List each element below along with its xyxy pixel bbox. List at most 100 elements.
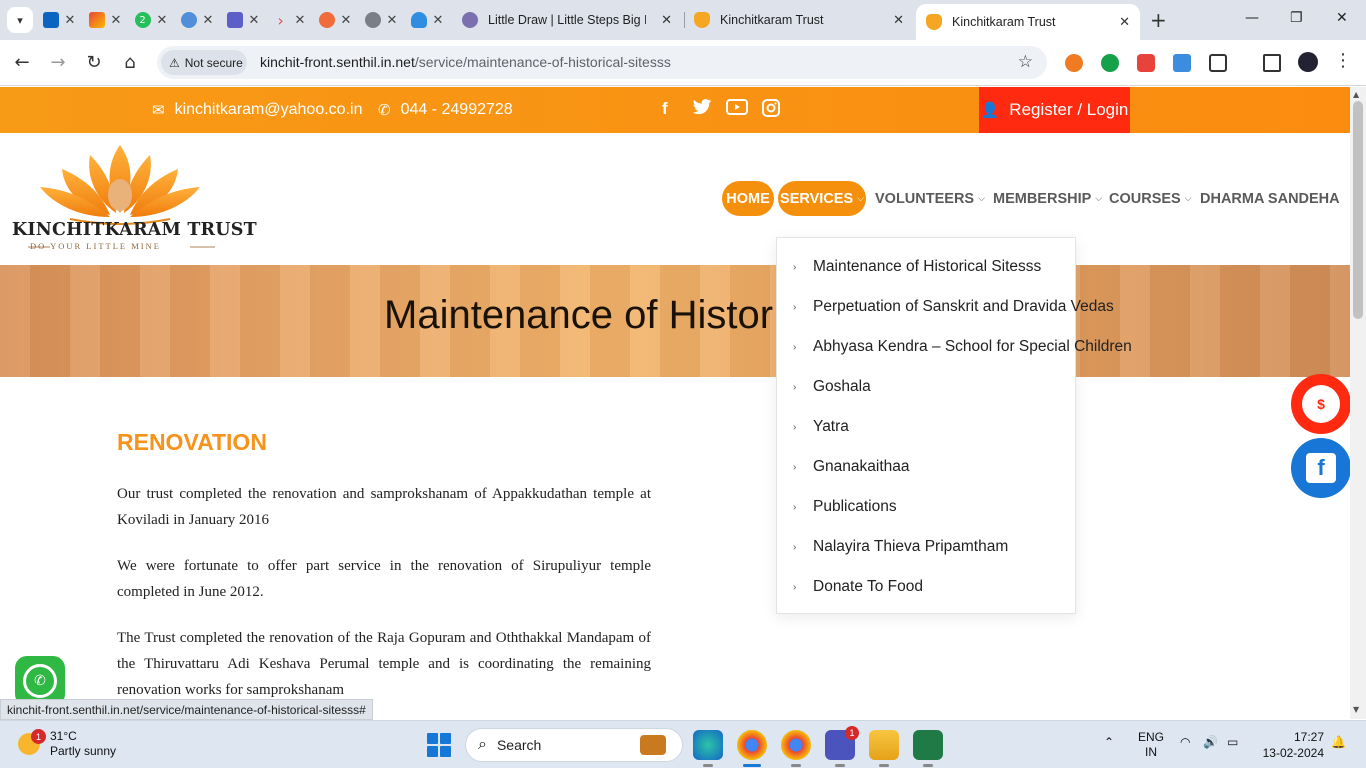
nav-home[interactable]: HOME	[722, 181, 774, 216]
tab-outlook[interactable]: ✕	[38, 6, 80, 34]
scroll-up-icon[interactable]: ▲	[1353, 90, 1359, 99]
forward-button[interactable]: →	[47, 52, 69, 73]
dropdown-item[interactable]: › Yatra	[793, 416, 849, 438]
home-icon[interactable]: ⌂	[119, 52, 141, 73]
donate-float-button[interactable]: $	[1291, 374, 1351, 434]
tab-whatsapp[interactable]: 2 ✕	[130, 6, 172, 34]
tab-close-icon[interactable]: ✕	[157, 13, 168, 28]
extension-icon[interactable]	[1065, 54, 1083, 72]
reload-button[interactable]: ↻	[83, 52, 105, 73]
instagram-icon[interactable]	[762, 99, 780, 122]
scrollbar-thumb[interactable]	[1353, 101, 1363, 319]
system-clock[interactable]: 17:27 13-02-2024	[1258, 729, 1324, 761]
email-link[interactable]: ✉ kinchitkaram@yahoo.co.in	[152, 101, 362, 119]
tab-circle-orange[interactable]: ✕	[314, 6, 356, 34]
dropdown-item[interactable]: › Goshala	[793, 376, 871, 398]
tab-chat[interactable]: ✕	[176, 6, 218, 34]
volume-icon[interactable]: 🔊	[1203, 735, 1218, 749]
address-bar[interactable]: ⚠ Not secure kinchit-front.senthil.in.ne…	[157, 46, 1047, 79]
wifi-icon[interactable]: ◠	[1180, 735, 1190, 749]
battery-icon[interactable]: ▭	[1227, 735, 1238, 749]
tab-close-icon[interactable]: ✕	[661, 12, 672, 28]
tray-chevron-up-icon[interactable]: ⌃	[1104, 735, 1114, 749]
close-window-button[interactable]: ✕	[1336, 10, 1348, 26]
nav-services-label: SERVICES	[780, 190, 854, 207]
weather-temp: 31°C	[50, 729, 77, 743]
tab-gmail[interactable]: ✕	[84, 6, 126, 34]
dropdown-item[interactable]: › Maintenance of Historical Sitesss	[793, 256, 1041, 278]
logo-name: KINCHITKARAM TRUST	[12, 220, 257, 240]
teams-icon	[226, 12, 243, 28]
tab-arrow[interactable]: › ✕	[268, 6, 310, 34]
nav-services[interactable]: SERVICES ⌵	[778, 181, 866, 216]
nav-dharma-sandeha[interactable]: DHARMA SANDEHA	[1194, 181, 1346, 216]
new-tab-button[interactable]: +	[1150, 8, 1167, 32]
extension-icon[interactable]	[1173, 54, 1191, 72]
phone-link[interactable]: ✆ 044 - 24992728	[378, 101, 513, 119]
restore-button[interactable]: ❐	[1290, 10, 1303, 26]
file-explorer-icon[interactable]	[869, 730, 899, 767]
tab-close-icon[interactable]: ✕	[111, 13, 122, 28]
url-text[interactable]: kinchit-front.senthil.in.net/service/mai…	[260, 54, 671, 70]
site-info-chip[interactable]: ⚠ Not secure	[161, 50, 247, 75]
dropdown-item[interactable]: › Perpetuation of Sanskrit and Dravida Ve…	[793, 296, 1114, 318]
tab-close-icon[interactable]: ✕	[341, 13, 352, 28]
tab-close-icon[interactable]: ✕	[1119, 14, 1130, 30]
nav-volunteers[interactable]: VOLUNTEERS ⌵	[869, 181, 991, 216]
tab-kinchitkaram-active[interactable]: Kinchitkaram Trust ✕	[916, 4, 1140, 40]
profile-avatar[interactable]	[1298, 52, 1318, 72]
tab-teams[interactable]: ✕	[222, 6, 264, 34]
tab-close-icon[interactable]: ✕	[65, 13, 76, 28]
weather-widget[interactable]: 1 31°C Partly sunny	[18, 729, 116, 759]
edge-icon[interactable]	[693, 730, 723, 767]
tab-close-icon[interactable]: ✕	[433, 13, 444, 28]
taskbar-search[interactable]: ⌕ Search	[465, 728, 683, 762]
chrome-icon[interactable]	[737, 730, 767, 767]
menu-kebab-icon[interactable]: ⋮	[1332, 50, 1354, 71]
excel-icon[interactable]	[913, 730, 943, 767]
site-header: KINCHITKARAM TRUST DO YOUR LITTLE MINE H…	[0, 133, 1350, 265]
dropdown-item[interactable]: › Nalayira Thieva Pripamtham	[793, 536, 1008, 558]
bookmark-star-icon[interactable]: ☆	[1018, 52, 1033, 72]
chrome-profile-icon[interactable]	[781, 730, 811, 767]
register-login-button[interactable]: 👤 Register / Login	[979, 87, 1130, 133]
puzzle-extensions-icon[interactable]	[1209, 54, 1227, 72]
tab-close-icon[interactable]: ✕	[893, 12, 904, 28]
tab-close-icon[interactable]: ✕	[387, 13, 398, 28]
facebook-float-button[interactable]: f	[1291, 438, 1351, 498]
security-label: Not secure	[184, 55, 243, 70]
tab-onedrive[interactable]: ✕	[406, 6, 448, 34]
nav-membership[interactable]: MEMBERSHIP ⌵	[987, 181, 1108, 216]
teams-badge: 1	[845, 726, 859, 740]
back-button[interactable]: ←	[11, 52, 33, 73]
tab-globe[interactable]: ✕	[360, 6, 402, 34]
section-heading: RENOVATION	[117, 429, 267, 455]
lang-region: IN	[1145, 745, 1157, 759]
tab-close-icon[interactable]: ✕	[249, 13, 260, 28]
dropdown-item-label: Gnanakaithaa	[813, 458, 910, 475]
dropdown-item[interactable]: › Gnanakaithaa	[793, 456, 910, 478]
dropdown-item[interactable]: › Publications	[793, 496, 897, 518]
tab-close-icon[interactable]: ✕	[295, 13, 306, 28]
youtube-icon[interactable]	[726, 99, 748, 120]
page-scrollbar[interactable]: ▲ ▼	[1350, 87, 1366, 719]
twitter-icon[interactable]	[692, 99, 712, 121]
facebook-icon[interactable]: f	[662, 99, 668, 119]
language-indicator[interactable]: ENG IN	[1138, 730, 1164, 760]
tab-kinchitkaram-1[interactable]: Kinchitkaram Trust ✕	[684, 6, 914, 34]
start-button[interactable]	[427, 733, 451, 757]
tab-little-draw[interactable]: Little Draw | Little Steps Big D ✕	[452, 6, 682, 34]
sidepanel-icon[interactable]	[1263, 54, 1281, 72]
grammarly-icon[interactable]	[1101, 54, 1119, 72]
nav-courses[interactable]: COURSES ⌵	[1103, 181, 1198, 216]
minimize-button[interactable]: —	[1245, 10, 1259, 26]
tab-close-icon[interactable]: ✕	[203, 13, 214, 28]
teams-icon[interactable]: 1	[825, 726, 859, 767]
tab-search-button[interactable]: ▾	[7, 7, 33, 33]
dropdown-item-label: Goshala	[813, 378, 871, 395]
dropdown-item[interactable]: › Donate To Food	[793, 576, 923, 598]
notification-bell-icon[interactable]: 🔔	[1331, 735, 1346, 749]
dropdown-item[interactable]: › Abhyasa Kendra – School for Special Chi…	[793, 336, 1132, 358]
scroll-down-icon[interactable]: ▼	[1353, 705, 1359, 714]
extension-icon[interactable]	[1137, 54, 1155, 72]
